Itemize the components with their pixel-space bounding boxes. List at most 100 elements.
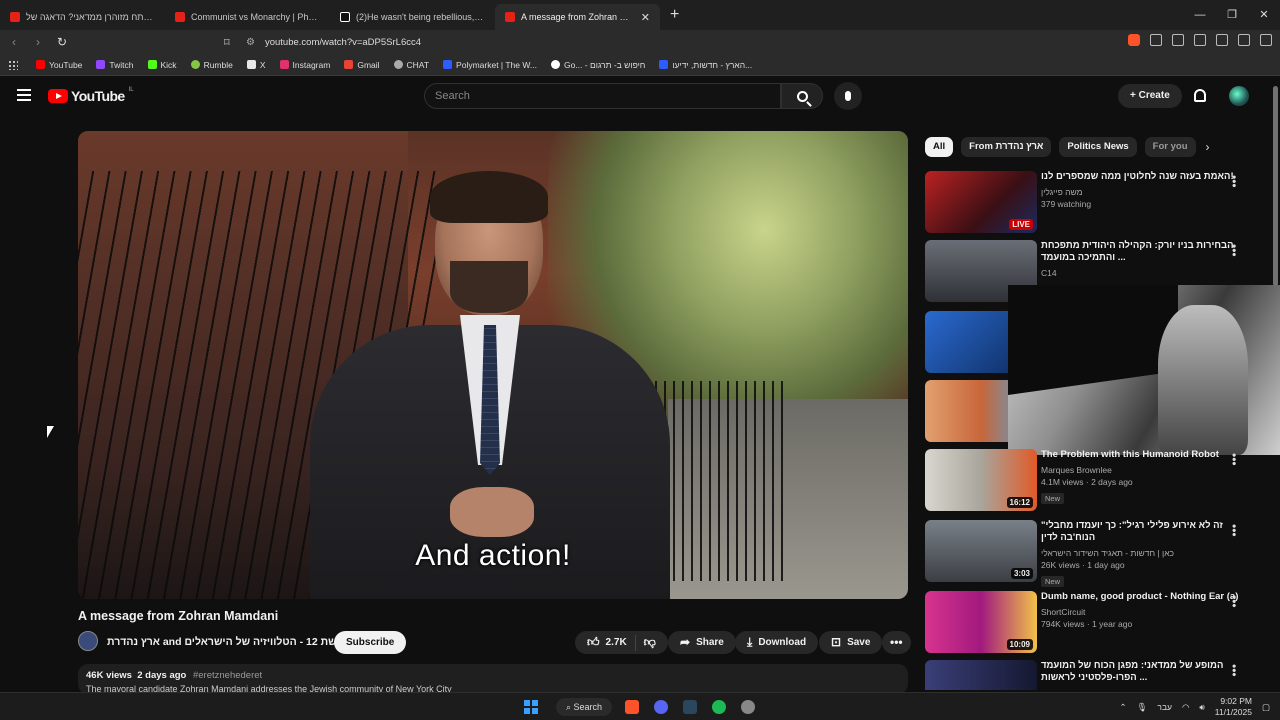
- page-scrollbar[interactable]: [1273, 86, 1278, 286]
- share-button[interactable]: ➦ Share: [668, 631, 736, 654]
- back-button[interactable]: ‹: [4, 35, 24, 49]
- browser-tab[interactable]: Communist vs Monarchy | Phonk Edit: [165, 4, 330, 30]
- suggestion-item[interactable]: 10:09 Dumb name, good product - Nothing …: [925, 591, 1265, 653]
- suggestion-item[interactable]: המופע של ממדאני: מפגן הכוח של המועמד הפר…: [925, 660, 1265, 690]
- suggestion-channel[interactable]: כאן | חדשות - תאגיד השידור הישראלי: [1041, 547, 1241, 559]
- suggestion-item[interactable]: LIVE האמת בעזה שנה לחלוטין ממה שמספרים ל…: [925, 171, 1265, 233]
- forward-button[interactable]: ›: [28, 35, 48, 49]
- suggestion-thumbnail[interactable]: [925, 660, 1037, 690]
- url-field[interactable]: ⌑ ⚙ youtube.com/watch?v=aDP5SrL6cc4: [224, 33, 966, 51]
- suggestion-thumbnail[interactable]: 3:03: [925, 520, 1037, 582]
- search-input[interactable]: Search: [424, 83, 781, 109]
- extension-icon[interactable]: [1150, 34, 1162, 46]
- suggestion-title[interactable]: הבחירות בניו יורק: הקהילה היהודית מתפכחת…: [1041, 240, 1241, 264]
- browser-tab[interactable]: סי מפתח מזוהרן ממדאני? הדאגה של: [0, 4, 165, 30]
- channel-avatar[interactable]: [78, 631, 98, 651]
- floating-video-overlay[interactable]: [1008, 285, 1280, 455]
- apps-grid-icon[interactable]: [8, 59, 18, 70]
- suggestion-channel[interactable]: ShortCircuit: [1041, 606, 1241, 618]
- bookmark-item[interactable]: Instagram: [274, 60, 337, 70]
- more-vertical-icon[interactable]: •••: [1227, 524, 1241, 537]
- language-indicator[interactable]: עבר: [1157, 702, 1172, 712]
- suggestion-title[interactable]: המופע של ממדאני: מפגן הכוח של המועמד הפר…: [1041, 660, 1241, 684]
- notifications-bell-icon[interactable]: [1194, 89, 1206, 102]
- avatar[interactable]: [1229, 86, 1249, 106]
- suggestion-thumbnail[interactable]: 10:09: [925, 591, 1037, 653]
- browser-tab-active[interactable]: A message from Zohran Mamdani✕: [495, 4, 660, 30]
- bookmark-item[interactable]: Go... - חיפוש ב- תרגום: [545, 60, 651, 70]
- bookmark-item[interactable]: Twitch: [90, 60, 139, 70]
- suggestion-thumbnail[interactable]: LIVE: [925, 171, 1037, 233]
- menu-icon[interactable]: [1260, 34, 1272, 46]
- puzzle-icon[interactable]: [1194, 34, 1206, 46]
- hashtag-link[interactable]: #eretznehederet: [193, 670, 262, 681]
- suggestion-channel[interactable]: משה פייגלין: [1041, 186, 1241, 198]
- more-vertical-icon[interactable]: •••: [1227, 453, 1241, 466]
- bookmark-item[interactable]: X: [241, 60, 272, 70]
- close-window-button[interactable]: ✕: [1248, 0, 1280, 30]
- bookmark-item[interactable]: הארץ - חדשות, ידיעו...: [653, 60, 758, 70]
- suggestion-item[interactable]: 3:03 "זה לא אירוע פלילי רגיל": כך יועמדו…: [925, 520, 1265, 587]
- youtube-logo[interactable]: YouTube IL: [48, 87, 134, 104]
- suggestion-title[interactable]: האמת בעזה שנה לחלוטין ממה שמספרים לנו!: [1041, 171, 1241, 183]
- suggestion-channel[interactable]: C14: [1041, 267, 1241, 279]
- app-icon[interactable]: [741, 700, 755, 714]
- voice-search-button[interactable]: [834, 82, 862, 110]
- video-player[interactable]: And action!: [78, 131, 908, 599]
- download-button[interactable]: ⤓ Download: [735, 631, 819, 654]
- like-button[interactable]: 👍︎ 2.7K 👎︎: [575, 631, 668, 654]
- bookmark-item[interactable]: CHAT: [388, 60, 436, 70]
- sidebar-icon[interactable]: [1216, 34, 1228, 46]
- browser-tab[interactable]: (2)He wasn't being rebellious, he was: [330, 4, 495, 30]
- suggestion-title[interactable]: The Problem with this Humanoid Robot: [1041, 449, 1241, 461]
- thumbs-down-icon[interactable]: 👎︎: [644, 631, 656, 654]
- chip-politics-news[interactable]: Politics News: [1059, 137, 1137, 157]
- chip-from-channel[interactable]: From ארץ נהדרת: [961, 137, 1052, 157]
- bookmark-item[interactable]: Rumble: [185, 60, 239, 70]
- brave-shield-icon[interactable]: [1128, 34, 1140, 46]
- save-button[interactable]: ⊡ Save: [819, 631, 883, 654]
- bookmark-item[interactable]: Gmail: [338, 60, 385, 70]
- bookmark-item[interactable]: Kick: [142, 60, 183, 70]
- chip-for-you[interactable]: For you: [1144, 137, 1196, 157]
- hamburger-menu-icon[interactable]: [17, 89, 31, 101]
- new-tab-button[interactable]: +: [670, 6, 679, 24]
- minimize-button[interactable]: —: [1184, 0, 1216, 30]
- create-button[interactable]: + Create: [1118, 84, 1182, 108]
- notification-icon[interactable]: ▢: [1262, 702, 1270, 713]
- maximize-button[interactable]: ❐: [1216, 0, 1248, 30]
- discord-icon[interactable]: [654, 700, 668, 714]
- brave-browser-icon[interactable]: [625, 700, 639, 714]
- chip-all[interactable]: All: [925, 137, 954, 157]
- chevron-right-icon[interactable]: ›: [1206, 140, 1210, 154]
- more-vertical-icon[interactable]: •••: [1227, 175, 1241, 188]
- chevron-up-icon[interactable]: ⌃: [1120, 702, 1127, 713]
- reload-button[interactable]: ↻: [52, 35, 72, 49]
- bookmark-icon[interactable]: ⌑: [224, 36, 230, 49]
- windows-start-icon[interactable]: [524, 700, 538, 714]
- microphone-icon[interactable]: 🎙︎: [1137, 702, 1148, 713]
- bookmark-item[interactable]: YouTube: [30, 60, 88, 70]
- extension-icon[interactable]: [1172, 34, 1184, 46]
- more-vertical-icon[interactable]: •••: [1227, 244, 1241, 257]
- search-button[interactable]: [781, 83, 823, 109]
- wallet-icon[interactable]: [1238, 34, 1250, 46]
- wifi-icon[interactable]: ◠: [1182, 702, 1189, 713]
- more-actions-button[interactable]: •••: [882, 631, 911, 654]
- more-vertical-icon[interactable]: •••: [1227, 595, 1241, 608]
- site-settings-icon[interactable]: ⚙: [246, 37, 255, 48]
- suggestion-title[interactable]: "זה לא אירוע פלילי רגיל": כך יועמדו מחבל…: [1041, 520, 1241, 544]
- channel-name[interactable]: ארץ נהדרת and קשת 12 - הטלוויזיה של הישר…: [107, 636, 344, 648]
- suggestion-channel[interactable]: Marques Brownlee: [1041, 464, 1241, 476]
- close-tab-icon[interactable]: ✕: [641, 11, 650, 24]
- description-box[interactable]: 46K views 2 days ago #eretznehederet The…: [78, 664, 908, 694]
- taskbar-search[interactable]: ⌕ Search: [556, 698, 613, 716]
- clock[interactable]: 9:02 PM 11/1/2025: [1215, 696, 1252, 718]
- suggestion-title[interactable]: Dumb name, good product - Nothing Ear (a…: [1041, 591, 1241, 603]
- subscribe-button[interactable]: Subscribe: [334, 631, 407, 654]
- spotify-icon[interactable]: [712, 700, 726, 714]
- suggestion-item[interactable]: 16:12 The Problem with this Humanoid Rob…: [925, 449, 1265, 511]
- steam-icon[interactable]: [683, 700, 697, 714]
- suggestion-thumbnail[interactable]: 16:12: [925, 449, 1037, 511]
- bookmark-item[interactable]: Polymarket | The W...: [437, 60, 543, 70]
